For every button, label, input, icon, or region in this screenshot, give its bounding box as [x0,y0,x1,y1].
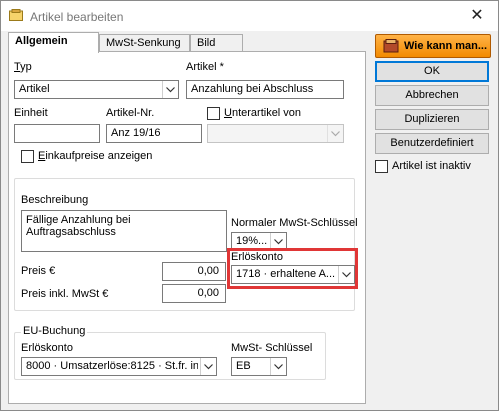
eu-mwst-label: MwSt- Schlüssel [231,342,313,354]
dropdown-arrow-icon [270,233,286,250]
dropdown-arrow-icon [162,81,178,98]
einkaufspreise-label: Einkaufpreise anzeigen [38,150,153,162]
mwst-schluessel-select[interactable]: 19%... [231,232,287,251]
artikel-label: Artikel * [186,61,224,73]
eu-buchung-title: EU-Buchung [21,325,88,337]
tab-bild[interactable]: Bild [190,34,243,52]
typ-select[interactable]: Artikel [14,80,179,99]
dropdown-arrow-icon [200,358,216,375]
duplicate-button[interactable]: Duplizieren [375,109,489,130]
close-icon[interactable]: ✕ [466,6,488,26]
erloeskonto-label: Erlöskonto [231,251,283,263]
tab-mwst-senkung[interactable]: MwSt-Senkung [99,34,190,52]
einheit-label: Einheit [14,107,48,119]
mwst-schluessel-value: 19%... [236,235,268,247]
eu-erloeskonto-select[interactable]: 8000 · Umsatzerlöse:8125 · St.fr. in... [21,357,217,376]
eu-mwst-select[interactable]: EB [231,357,287,376]
eu-erloeskonto-label: Erlöskonto [21,342,73,354]
erloeskonto-value: 1718 · erhaltene A... [236,268,336,280]
preis-input[interactable]: 0,00 [162,262,226,281]
dialog-window: Artikel bearbeiten ✕ Allgemein MwSt-Senk… [0,0,499,411]
dropdown-arrow-icon [270,358,286,375]
window-title: Artikel bearbeiten [30,10,124,24]
dropdown-arrow-icon [327,125,343,142]
help-button-label: Wie kann man... [404,40,488,52]
eu-mwst-value: EB [236,360,251,372]
help-button[interactable]: Wie kann man... [375,34,491,58]
preis-label: Preis € [21,265,56,277]
typ-select-value: Artikel [19,83,50,95]
cancel-button[interactable]: Abbrechen [375,85,489,106]
artikelnr-input[interactable]: Anz 19/16 [106,124,202,143]
tab-allgemein[interactable]: Allgemein [8,32,99,53]
einheit-input[interactable] [14,124,100,143]
ok-button[interactable]: OK [375,61,489,82]
einkaufspreise-checkbox[interactable] [21,150,34,163]
unterartikel-checkbox[interactable] [207,107,220,120]
preis-mwst-input[interactable]: 0,00 [162,284,226,303]
unterartikel-label: Unterartikel von [224,107,302,119]
inactive-checkbox[interactable] [375,160,388,173]
mwst-schluessel-label: Normaler MwSt-Schlüssel [231,217,358,229]
typ-label: Typ [14,61,32,73]
custom-button[interactable]: Benutzerdefiniert [375,133,489,154]
artikelnr-label: Artikel-Nr. [106,107,155,119]
artikel-input[interactable]: Anzahlung bei Abschluss [186,80,344,99]
window-app-icon [9,9,23,21]
preis-mwst-label: Preis inkl. MwSt € [21,288,109,300]
help-book-icon [383,39,399,53]
title-bar: Artikel bearbeiten ✕ [1,1,498,31]
beschreibung-label: Beschreibung [21,194,89,206]
inactive-label: Artikel ist inaktiv [392,160,471,172]
eu-erloeskonto-value: 8000 · Umsatzerlöse:8125 · St.fr. in... [26,360,198,372]
unterartikel-select[interactable] [207,124,344,143]
dropdown-arrow-icon [338,266,354,283]
tab-panel-allgemein: Typ Artikel Artikel * Anzahlung bei Absc… [8,51,366,404]
erloeskonto-select[interactable]: 1718 · erhaltene A... [231,265,355,284]
beschreibung-textarea[interactable]: Fällige Anzahlung bei Auftragsabschluss [21,210,227,252]
